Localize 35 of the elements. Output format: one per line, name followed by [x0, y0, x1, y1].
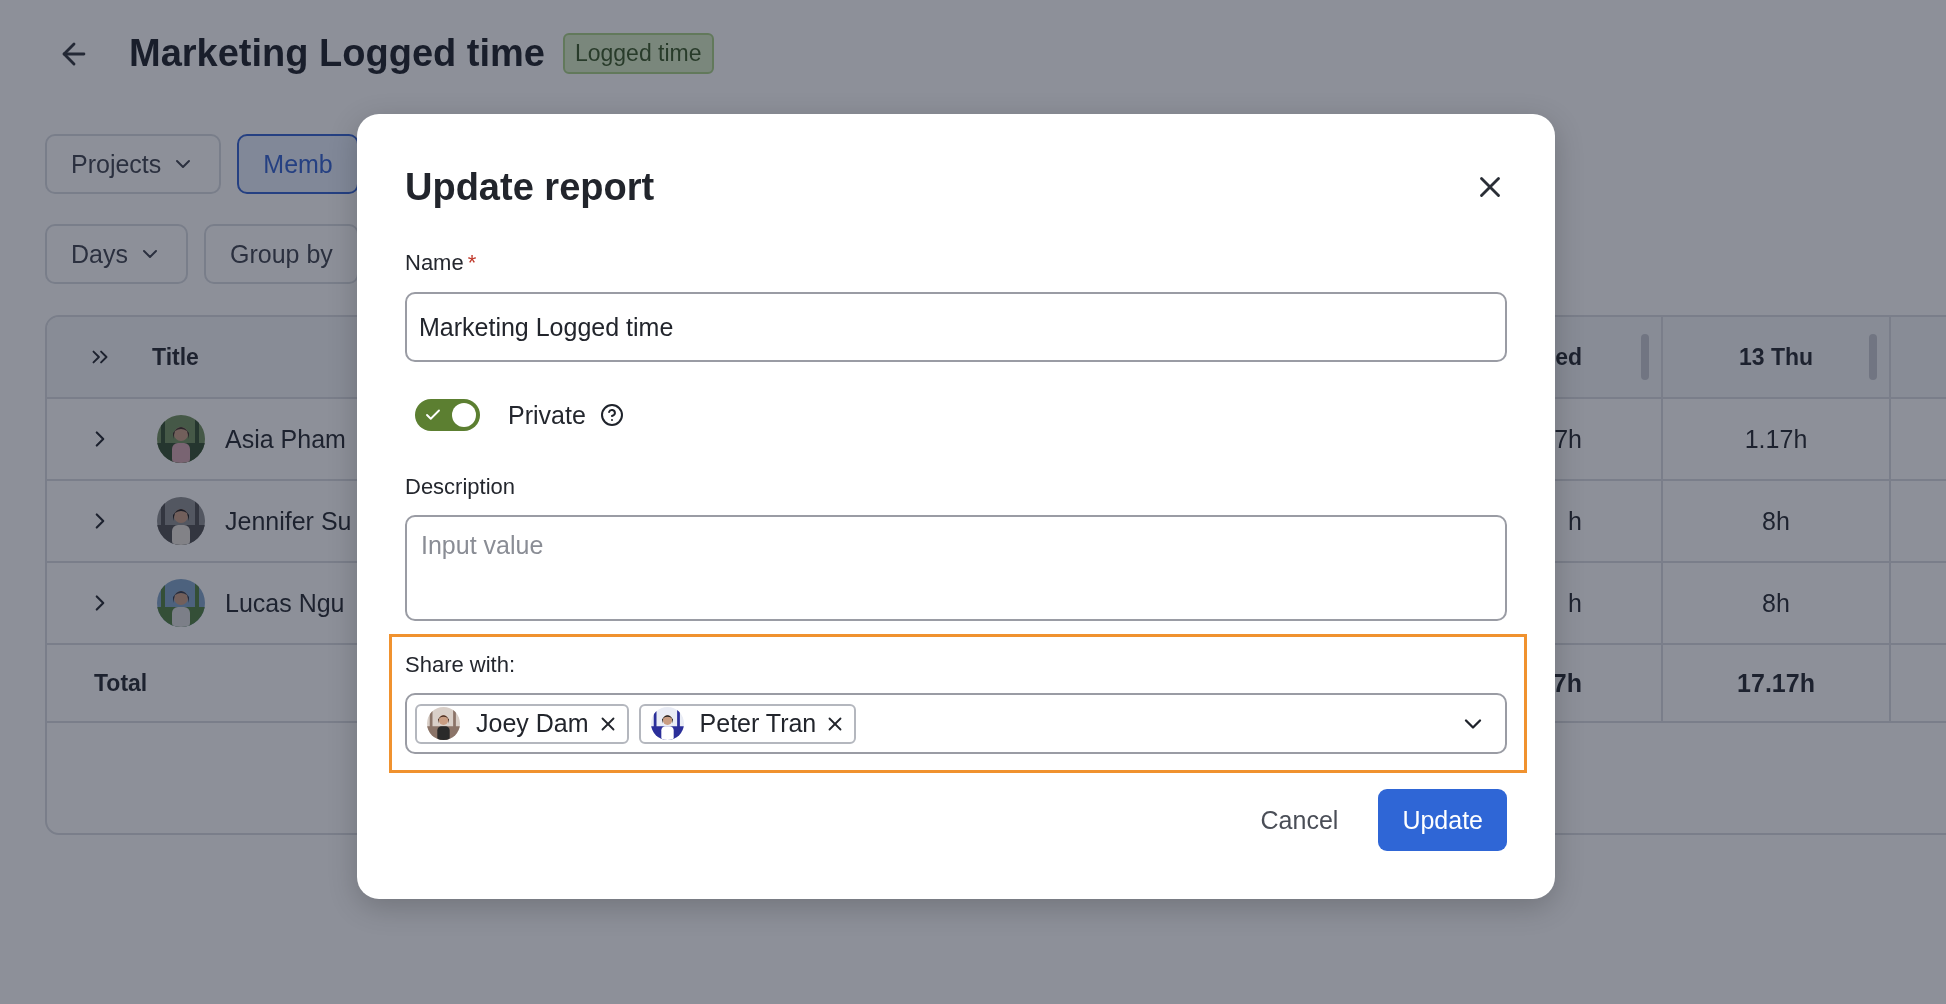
report-type-badge: Logged time [562, 33, 714, 74]
field-label: Description [405, 473, 517, 501]
filter-dropdown[interactable]: Group by [203, 224, 359, 284]
member-name: Asia Pham [225, 424, 346, 454]
table-cell: 8h [1762, 588, 1790, 618]
table-cell: 8h [1762, 506, 1790, 536]
toggle-label: Private [508, 400, 586, 430]
tag-label: Joey Dam [476, 709, 589, 738]
filter-dropdown[interactable]: Projects [45, 134, 222, 194]
update-button[interactable]: Update [1378, 789, 1507, 851]
filter-dropdown[interactable]: Memb [237, 134, 359, 194]
table-cell: h [1568, 506, 1582, 536]
cancel-button[interactable]: Cancel [1250, 789, 1349, 851]
name-field[interactable]: Marketing Logged time [405, 292, 1507, 362]
table-cell: 1.17h [1744, 424, 1808, 454]
field-label: Share with: [405, 651, 517, 679]
column-header: 13 Thu [1738, 343, 1814, 371]
help-icon[interactable] [599, 403, 624, 427]
table-cell: h [1568, 588, 1582, 618]
total-label: Total [94, 669, 148, 697]
share-select[interactable]: Joey Dam Peter Tran [405, 693, 1507, 754]
column-header: Title [152, 343, 199, 371]
page-title: Marketing Logged time [129, 32, 545, 75]
tag-label: Peter Tran [699, 709, 817, 738]
table-cell: 7h [1554, 424, 1582, 454]
member-name: Lucas Ngu [225, 588, 345, 618]
column-header: ed [1555, 343, 1582, 371]
filter-dropdown[interactable]: Days [45, 224, 188, 284]
table-cell: 7h [1552, 668, 1582, 698]
description-field[interactable]: Input value [405, 515, 1507, 621]
table-cell: 17.17h [1737, 668, 1815, 698]
field-label: Name * [405, 249, 478, 277]
member-name: Jennifer Su [225, 506, 352, 536]
dialog-title: Update report [405, 165, 655, 209]
private-toggle[interactable] [415, 399, 480, 431]
